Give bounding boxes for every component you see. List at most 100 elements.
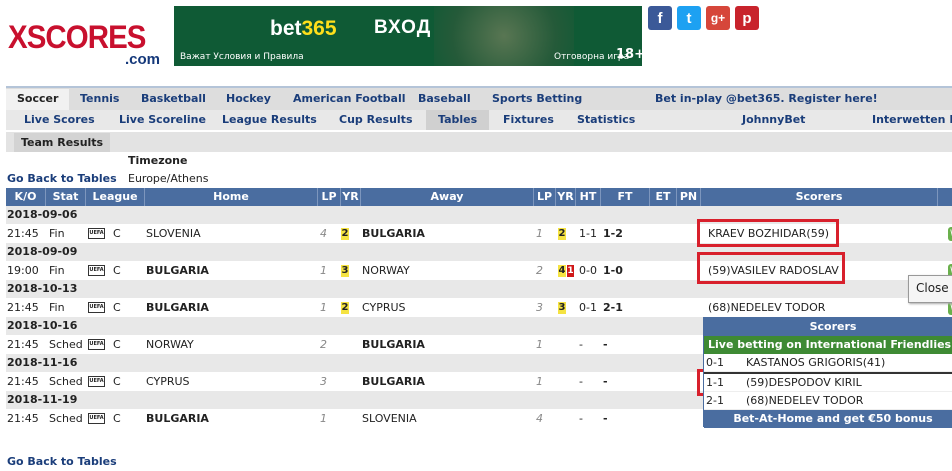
full-time-score[interactable]: -	[603, 335, 608, 354]
uefa-icon: UEFA	[88, 228, 105, 239]
tab-soccer[interactable]: Soccer	[6, 89, 70, 110]
header-et: ET	[650, 188, 677, 206]
tab-sports-betting[interactable]: Sports Betting	[492, 92, 582, 105]
tab-tables[interactable]: Tables	[426, 110, 490, 130]
kickoff-time: 21:45	[7, 338, 39, 351]
tab-team-results[interactable]: Team Results	[14, 133, 110, 152]
betting-badge[interactable]: W	[948, 301, 952, 315]
facebook-icon[interactable]: f	[648, 6, 672, 30]
header-ht: HT	[576, 188, 601, 206]
team-tab-bar: Team Results	[6, 132, 952, 152]
tab-live-scoreline[interactable]: Live Scoreline	[119, 113, 206, 126]
away-league-position: 2	[536, 264, 543, 277]
home-team[interactable]: BULGARIA	[146, 409, 209, 428]
full-time-score[interactable]: 1-0	[603, 261, 623, 280]
away-team[interactable]: BULGARIA	[362, 335, 425, 354]
tab-fixtures[interactable]: Fixtures	[503, 113, 554, 126]
half-time-score: -	[579, 375, 583, 388]
logo-domain: .com	[124, 51, 160, 68]
back-to-tables-link[interactable]: Go Back to Tables	[7, 172, 117, 185]
home-team[interactable]: CYPRUS	[146, 372, 190, 391]
tab-basketball[interactable]: Basketball	[141, 92, 206, 105]
tab-statistics[interactable]: Statistics	[577, 113, 635, 126]
home-yellow-cards: 2	[341, 228, 349, 240]
away-league-position: 1	[536, 338, 543, 351]
popup-score: 2-1	[706, 394, 724, 407]
tab-interwetten[interactable]: Interwetten Li	[872, 113, 952, 126]
home-yellow-cards: 2	[341, 302, 349, 314]
popup-player: (68)NEDELEV TODOR	[746, 394, 864, 407]
home-team[interactable]: SLOVENIA	[146, 224, 201, 243]
tab-league-results[interactable]: League Results	[222, 113, 317, 126]
uefa-icon: UEFA	[88, 339, 105, 350]
back-to-tables-link-bottom[interactable]: Go Back to Tables	[7, 455, 117, 468]
header-home-lp: LP	[318, 188, 341, 206]
tab-cup-results[interactable]: Cup Results	[339, 113, 413, 126]
logo-text: XSCORES	[8, 19, 146, 55]
tab-american-football[interactable]: American Football	[293, 92, 406, 105]
away-team[interactable]: SLOVENIA	[362, 409, 417, 428]
full-time-score[interactable]: 2-1	[603, 298, 623, 317]
table-row[interactable]: 21:45 Fin UEFA C BULGARIA 1 2 CYPRUS 3 3 0-1 2-1 (68…	[6, 298, 952, 317]
uefa-icon: UEFA	[88, 265, 105, 276]
tab-baseball[interactable]: Baseball	[418, 92, 471, 105]
bet365-banner[interactable]: bet365 ВХОД Важат Условия и Правила Отго…	[174, 6, 642, 66]
away-team[interactable]: BULGARIA	[362, 224, 425, 243]
header-ko: K/O	[6, 188, 46, 206]
kickoff-time: 21:45	[7, 227, 39, 240]
scorers-popup: Scorers Live betting on International Fr…	[703, 317, 952, 428]
close-tooltip[interactable]: Close S	[908, 275, 952, 303]
popup-score: 0-1	[706, 356, 724, 369]
header-away-lp: LP	[534, 188, 556, 206]
popup-bonus-link[interactable]: Bet-At-Home and get €50 bonus	[704, 410, 952, 428]
away-team[interactable]: CYPRUS	[362, 298, 406, 317]
tab-hockey[interactable]: Hockey	[226, 92, 271, 105]
half-time-score: -	[579, 412, 583, 425]
xscores-logo[interactable]: XSCORES .com	[8, 19, 166, 68]
full-time-score[interactable]: -	[603, 409, 608, 428]
popup-live-betting-link[interactable]: Live betting on International Friendlies…	[704, 336, 952, 354]
twitter-icon[interactable]: t	[677, 6, 701, 30]
league-code: C	[113, 264, 121, 277]
kickoff-time: 21:45	[7, 301, 39, 314]
table-header: K/O Stat League Home LP YR Away LP YR HT…	[6, 188, 952, 206]
betting-badge[interactable]: W	[948, 227, 952, 241]
league-code: C	[113, 338, 121, 351]
header-ft: FT	[601, 188, 650, 206]
half-time-score: 1-1	[579, 227, 597, 240]
popup-scorer-row: 1-1 (59)DESPODOV KIRIL	[704, 374, 952, 392]
half-time-score: 0-1	[579, 301, 597, 314]
tab-live-scores[interactable]: Live Scores	[24, 113, 95, 126]
tab-tennis[interactable]: Tennis	[80, 92, 119, 105]
away-red-cards: 1	[567, 265, 574, 277]
match-status: Sched	[49, 412, 83, 425]
uefa-icon: UEFA	[88, 302, 105, 313]
pinterest-icon[interactable]: p	[735, 6, 759, 30]
popup-player: (59)DESPODOV KIRIL	[746, 376, 862, 389]
full-time-score[interactable]: 1-2	[603, 224, 623, 243]
kickoff-time: 21:45	[7, 412, 39, 425]
popup-score: 1-1	[706, 376, 724, 389]
half-time-score: -	[579, 338, 583, 351]
bet365-register-link[interactable]: Bet in-play @bet365. Register here!	[655, 92, 878, 105]
home-team[interactable]: NORWAY	[146, 335, 194, 354]
kickoff-time: 21:45	[7, 375, 39, 388]
scorer: (68)NEDELEV TODOR	[708, 301, 826, 314]
header-away-yr: YR	[556, 188, 576, 206]
header-league: League	[86, 188, 145, 206]
home-league-position: 1	[320, 301, 327, 314]
home-team[interactable]: BULGARIA	[146, 261, 209, 280]
home-league-position: 1	[320, 264, 327, 277]
away-team[interactable]: NORWAY	[362, 261, 410, 280]
home-team[interactable]: BULGARIA	[146, 298, 209, 317]
header-away: Away	[361, 188, 534, 206]
away-team[interactable]: BULGARIA	[362, 372, 425, 391]
tab-johnnybet[interactable]: JohnnyBet	[742, 113, 805, 126]
sport-nav: Soccer Tennis Basketball Hockey American…	[6, 86, 952, 110]
full-time-score[interactable]: -	[603, 372, 608, 391]
google-plus-icon[interactable]: g+	[706, 6, 730, 30]
home-league-position: 3	[320, 375, 327, 388]
match-status: Sched	[49, 338, 83, 351]
match-status: Fin	[49, 301, 65, 314]
banner-ball-graphic	[434, 6, 574, 66]
